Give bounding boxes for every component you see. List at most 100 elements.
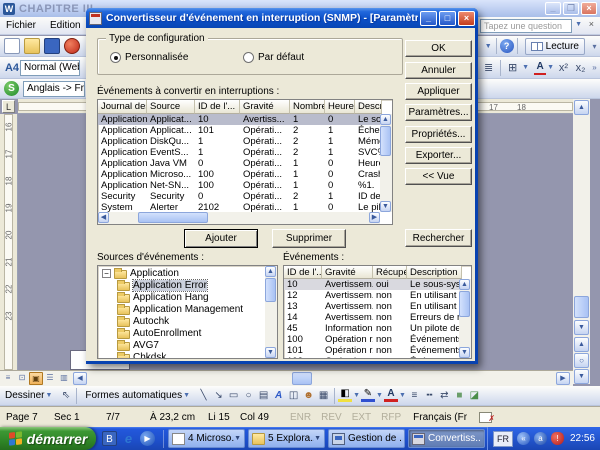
ajouter-button[interactable]: Ajouter bbox=[184, 229, 258, 248]
scroll-down-icon[interactable]: ▼ bbox=[265, 347, 276, 358]
dialog-titlebar[interactable]: Convertisseur d'événement en interruptio… bbox=[86, 8, 478, 28]
select-pointer-icon[interactable]: ⇖ bbox=[58, 390, 73, 401]
column-header[interactable]: Gravité bbox=[322, 266, 373, 279]
menu-edition[interactable]: Edition bbox=[50, 20, 81, 31]
table-vertical-scrollbar[interactable]: ▲ ▼ bbox=[380, 114, 392, 212]
font-color-icon[interactable]: A bbox=[534, 61, 546, 75]
diagram-icon[interactable]: ◫ bbox=[286, 390, 301, 401]
parametres-button[interactable]: Paramètres... bbox=[405, 104, 472, 121]
tree-item[interactable]: Chkdsk bbox=[98, 351, 277, 359]
source-tree[interactable]: −ApplicationApplication ErrorApplication… bbox=[97, 265, 278, 359]
line-color-icon[interactable]: ✎ bbox=[361, 389, 375, 402]
table-row[interactable]: ApplicationApplicat...101Opérati...21Éch… bbox=[98, 125, 392, 136]
rechercher-button[interactable]: Rechercher bbox=[405, 229, 472, 247]
list-row[interactable]: 13Avertissem...nonEn utilisant votre bbox=[284, 301, 471, 312]
tree-item[interactable]: Application Error bbox=[98, 279, 277, 291]
table-row[interactable]: ApplicationEventS...1Opérati...21SVC% bbox=[98, 147, 392, 158]
list-row[interactable]: 14Avertissem...nonErreurs de mot d bbox=[284, 312, 471, 323]
tree-expander-icon[interactable]: − bbox=[102, 269, 111, 278]
scroll-up-icon[interactable]: ▲ bbox=[574, 100, 589, 115]
column-header[interactable]: Gravité bbox=[240, 100, 290, 114]
table-row[interactable]: ApplicationJava VM0Opérati...10Heure bbox=[98, 158, 392, 169]
font-color-icon[interactable]: A bbox=[384, 389, 398, 402]
arrow-style-icon[interactable]: ⇄ bbox=[437, 390, 452, 401]
subscript-icon[interactable]: x₂ bbox=[572, 62, 589, 74]
lecture-button[interactable]: Lecture bbox=[525, 38, 585, 55]
permission-icon[interactable] bbox=[64, 38, 80, 54]
taskbar-button[interactable]: 4 Microso...▼ bbox=[168, 429, 245, 448]
list-row[interactable]: 100Opération r...nonÉvénements d'a bbox=[284, 334, 471, 345]
list-row[interactable]: 102Opération r...nonÉvénements d'a bbox=[284, 356, 471, 359]
browse-object-icon[interactable]: ○ bbox=[574, 353, 589, 368]
web-view-icon[interactable]: ⊡ bbox=[15, 372, 29, 385]
superscript-icon[interactable]: x² bbox=[555, 62, 572, 74]
tree-item[interactable]: AutoEnrollment bbox=[98, 327, 277, 339]
list-row[interactable]: 10Avertissem...ouiLe sous-système bbox=[284, 279, 471, 290]
supprimer-button[interactable]: Supprimer bbox=[272, 229, 346, 248]
print-view-icon[interactable]: ▣ bbox=[29, 372, 43, 385]
toolbar-options-icon[interactable]: » bbox=[589, 63, 600, 72]
chevron-down-icon[interactable]: ▼ bbox=[522, 64, 529, 71]
word-minimize-button[interactable]: _ bbox=[545, 2, 561, 15]
next-page-icon[interactable]: ▼ bbox=[574, 369, 589, 384]
radio-personnalisee[interactable]: Personnalisée bbox=[110, 52, 188, 63]
borders-icon[interactable]: ⊞ bbox=[504, 61, 521, 74]
systran-icon[interactable]: S bbox=[4, 81, 19, 96]
scrollbar-thumb[interactable] bbox=[574, 296, 589, 318]
line-style-icon[interactable]: ≡ bbox=[407, 390, 422, 401]
scrollbar-thumb[interactable] bbox=[265, 278, 276, 302]
radio-par-defaut[interactable]: Par défaut bbox=[243, 52, 304, 63]
appliquer-button[interactable]: Appliquer bbox=[405, 83, 472, 100]
vue-button[interactable]: << Vue bbox=[405, 168, 472, 185]
picture-icon[interactable]: ▦ bbox=[316, 390, 331, 401]
media-player-icon[interactable]: ▶ bbox=[140, 431, 155, 446]
chevron-down-icon[interactable]: ▼ bbox=[399, 392, 406, 399]
column-header[interactable]: ID de l'... bbox=[284, 266, 322, 279]
scrollbar-thumb[interactable] bbox=[138, 212, 208, 223]
list-row[interactable]: 101Opération r...nonÉvénements blo bbox=[284, 345, 471, 356]
style-combobox[interactable]: Normal (Web) + bbox=[20, 60, 80, 76]
menu-fichier[interactable]: Fichier bbox=[6, 20, 36, 31]
scrollbar-thumb[interactable] bbox=[459, 291, 470, 317]
column-header[interactable]: Heure bbox=[325, 100, 355, 114]
proprietes-button[interactable]: Propriétés... bbox=[405, 126, 472, 143]
help-icon[interactable]: ? bbox=[500, 39, 514, 53]
formes-automatiques-button[interactable]: Formes automatiques ▼ bbox=[80, 387, 196, 404]
column-header[interactable]: Description bbox=[407, 266, 462, 279]
dash-style-icon[interactable]: ╍ bbox=[422, 390, 437, 401]
column-header[interactable]: Descri bbox=[355, 100, 382, 114]
clipart-icon[interactable]: ☻ bbox=[301, 390, 316, 401]
open-file-icon[interactable] bbox=[24, 38, 40, 54]
toolbar-options-icon[interactable]: ▾ bbox=[589, 42, 600, 51]
scroll-left-icon[interactable]: ◀ bbox=[98, 212, 109, 223]
exporter-button[interactable]: Exporter... bbox=[405, 147, 472, 164]
scroll-up-icon[interactable]: ▲ bbox=[265, 266, 276, 277]
save-icon[interactable] bbox=[44, 38, 60, 54]
hide-icons-chevron-icon[interactable]: « bbox=[517, 432, 530, 445]
shadow-style-icon[interactable]: ■ bbox=[452, 390, 467, 401]
table-row[interactable]: SecuritySecurity0Opérati...21ID de bbox=[98, 191, 392, 202]
dessiner-button[interactable]: Dessiner ▼ bbox=[0, 387, 58, 404]
tree-vertical-scrollbar[interactable]: ▲ ▼ bbox=[265, 266, 277, 358]
scroll-up-icon[interactable]: ▲ bbox=[459, 279, 470, 290]
tree-item[interactable]: Autochk bbox=[98, 315, 277, 327]
oval-icon[interactable]: ○ bbox=[241, 390, 256, 401]
list-row[interactable]: 12Avertissem...nonEn utilisant votre bbox=[284, 290, 471, 301]
chevron-down-icon[interactable]: ▼ bbox=[376, 392, 383, 399]
translate-combobox[interactable]: Anglais -> Fran bbox=[23, 81, 85, 97]
ask-question-box[interactable]: Tapez une question bbox=[480, 19, 572, 33]
chevron-down-icon[interactable]: ▼ bbox=[353, 392, 360, 399]
arrow-icon[interactable]: ↘ bbox=[211, 390, 226, 401]
scrollbar-thumb[interactable] bbox=[380, 126, 391, 156]
ok-button[interactable]: OK bbox=[405, 40, 472, 57]
reading-view-icon[interactable]: ▥ bbox=[57, 372, 71, 385]
textbox-icon[interactable]: ▤ bbox=[256, 390, 271, 401]
chevron-down-icon[interactable]: ▼ bbox=[485, 43, 492, 50]
close-question-icon[interactable]: × bbox=[589, 19, 594, 29]
justify-icon[interactable]: ≣ bbox=[480, 61, 497, 74]
word-vertical-scrollbar[interactable]: ▲ ▼ ▲ ○ ▼ bbox=[573, 99, 590, 384]
column-header[interactable]: ID de l'... bbox=[195, 100, 240, 114]
table-row[interactable]: ApplicationDiskQu...1Opérati...21Mémo bbox=[98, 136, 392, 147]
styles-icon[interactable]: A4 bbox=[4, 60, 20, 76]
scroll-left-icon[interactable]: ◀ bbox=[73, 372, 87, 385]
